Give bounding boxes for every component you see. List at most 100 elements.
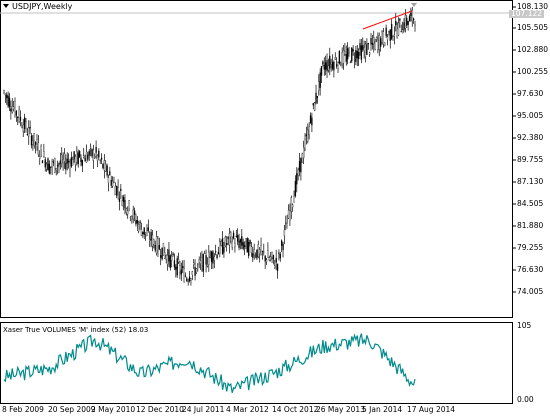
indicator-min-label: 0.00 <box>517 395 534 404</box>
candle-body <box>403 22 405 31</box>
price-label: 76.630 <box>517 265 544 274</box>
candle-body <box>8 97 11 108</box>
candle-body <box>6 94 8 99</box>
candle-body <box>278 252 280 254</box>
candle-body <box>264 255 266 262</box>
candle-body <box>63 153 66 162</box>
candle-body <box>162 242 165 256</box>
candle-body <box>373 37 375 45</box>
candle-body <box>176 258 178 276</box>
indicator-pane[interactable] <box>0 322 550 404</box>
candle-body <box>114 186 116 196</box>
candle-body <box>377 39 379 50</box>
candle-body <box>333 61 335 71</box>
candle-body <box>194 267 196 276</box>
candle-body <box>44 159 46 168</box>
candle-body <box>179 265 181 273</box>
price-label: 84.505 <box>517 199 544 208</box>
candle-body <box>250 246 253 253</box>
candle-body <box>88 150 90 156</box>
candle-body <box>4 93 7 96</box>
candle-body <box>11 106 13 113</box>
candle-body <box>408 16 411 22</box>
candle-body <box>7 95 9 107</box>
candle-body <box>279 253 281 259</box>
candle-body <box>190 278 192 281</box>
candle-body <box>323 64 325 70</box>
chart-window[interactable]: USDJPY,Weekly 108.130 105.505 102.880 10… <box>0 0 550 418</box>
candle-body <box>80 157 82 163</box>
candle-body <box>246 238 248 253</box>
candle-body <box>132 209 134 219</box>
time-label: 12 Dec 2010 <box>136 405 184 414</box>
candle-body <box>10 108 12 112</box>
candle-body <box>290 197 292 212</box>
candle-body <box>297 169 299 176</box>
candle-body <box>389 29 391 41</box>
candle-body <box>52 161 55 164</box>
candle-body <box>220 241 222 246</box>
candle-body <box>356 51 358 59</box>
candle-body <box>363 47 365 51</box>
candle-body <box>407 21 409 25</box>
candle-body <box>95 147 97 153</box>
candle-body <box>62 158 64 163</box>
candle-body <box>245 238 247 243</box>
candle-body <box>340 64 342 66</box>
candle-body <box>151 234 154 247</box>
candle-body <box>385 27 387 37</box>
candle-body <box>133 210 136 215</box>
candle-body <box>234 243 236 247</box>
candle-body <box>329 55 331 69</box>
candle-body <box>47 158 49 171</box>
candle-body <box>201 257 203 266</box>
candle-body <box>56 165 59 167</box>
candle-body <box>252 253 254 258</box>
candle-body <box>140 229 143 236</box>
candle-body <box>351 47 353 62</box>
candle-body <box>271 252 273 258</box>
candle-body <box>292 204 294 208</box>
candle-body <box>259 249 261 254</box>
candle-body <box>355 50 357 63</box>
candle-body <box>65 162 67 170</box>
price-label: 102.880 <box>517 45 549 54</box>
candlesticks <box>3 6 416 286</box>
candle-body <box>87 154 89 160</box>
candle-body <box>32 140 34 145</box>
candle-body <box>157 238 159 251</box>
candle-body <box>117 187 119 192</box>
candle-body <box>67 160 70 163</box>
candle-body <box>217 251 220 255</box>
candle-body <box>312 103 314 106</box>
candle-body <box>202 254 204 272</box>
price-chart-pane[interactable]: USDJPY,Weekly 108.130 105.505 102.880 10… <box>0 0 550 318</box>
time-label: 24 Jul 2011 <box>182 405 225 414</box>
candle-body <box>256 249 258 259</box>
candle-body <box>208 251 210 265</box>
candle-body <box>224 236 226 246</box>
dropdown-triangle-icon[interactable] <box>3 4 9 8</box>
candle-body <box>213 256 215 261</box>
candle-body <box>149 239 151 241</box>
chart-title[interactable]: USDJPY,Weekly <box>3 2 72 11</box>
candle-body <box>29 126 31 129</box>
candle-body <box>98 150 100 158</box>
candle-body <box>191 271 193 275</box>
candle-body <box>26 134 29 136</box>
candle-body <box>342 50 345 64</box>
candle-body <box>153 239 155 245</box>
candle-body <box>195 268 198 273</box>
candle-body <box>219 241 221 254</box>
candle-body <box>227 236 229 239</box>
candle-body <box>241 236 243 246</box>
candle-body <box>206 264 209 267</box>
candle-body <box>128 200 130 209</box>
candle-body <box>212 251 214 264</box>
candle-body <box>116 186 118 196</box>
candle-body <box>131 215 133 221</box>
candle-body <box>48 163 51 174</box>
candle-body <box>78 150 81 157</box>
candle-body <box>106 165 108 176</box>
candle-body <box>110 179 112 186</box>
